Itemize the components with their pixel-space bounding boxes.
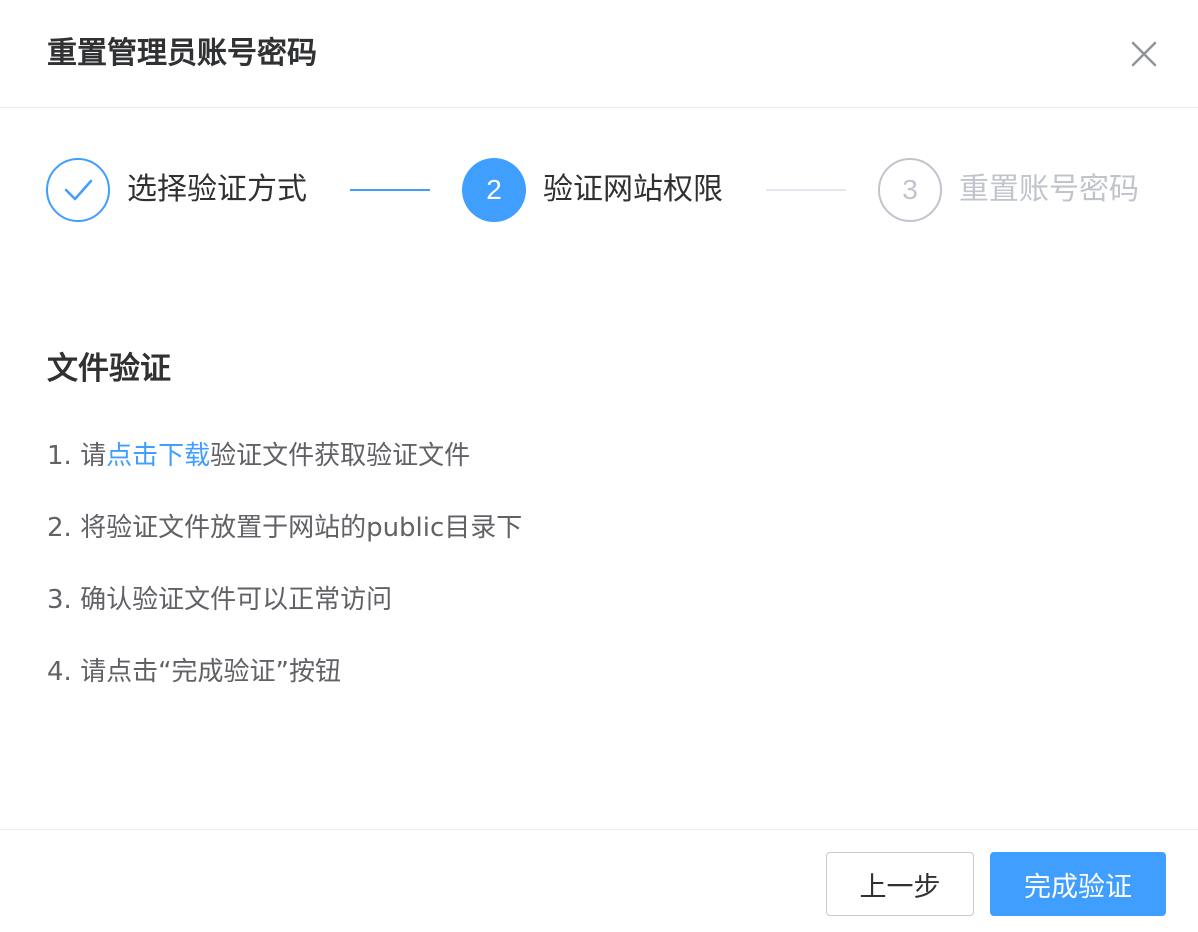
step-3-label: 重置账号密码 [959,172,1139,207]
step-2-number: 2 [486,174,502,205]
step-verify-permission: 2 验证网站权限 [462,158,723,222]
instruction-item: 3. 确认验证文件可以正常访问 [47,585,393,615]
step-3-number: 3 [902,174,918,205]
step-1-label: 选择验证方式 [127,172,307,207]
step-2-circle: 2 [462,158,526,222]
dialog-title: 重置管理员账号密码 [47,36,317,71]
check-icon [64,179,93,201]
dialog-header: 重置管理员账号密码 [0,0,1198,108]
reset-password-dialog: 重置管理员账号密码 选择验证方式 2 验证网站权限 3 重置账号密码 文件验证 … [0,0,1198,932]
download-link[interactable]: 点击下载 [106,441,210,471]
step-2-label: 验证网站权限 [543,172,723,207]
finish-verification-button[interactable]: 完成验证 [990,852,1166,916]
instruction-item: 4. 请点击“完成验证”按钮 [47,657,342,687]
dialog-footer: 上一步 完成验证 [0,829,1198,932]
step-1-circle [46,158,110,222]
instruction-item: 2. 将验证文件放置于网站的public目录下 [47,513,523,543]
instruction-1-suffix: 验证文件获取验证文件 [210,441,471,471]
step-select-method: 选择验证方式 [46,158,307,222]
previous-step-button[interactable]: 上一步 [826,852,974,916]
close-icon [1131,41,1157,67]
instruction-item: 1. 请点击下载验证文件获取验证文件 [47,436,522,476]
steps-bar: 选择验证方式 2 验证网站权限 3 重置账号密码 [0,158,1198,224]
step-connector-1 [350,189,430,191]
close-button[interactable] [1122,32,1166,76]
step-reset-password: 3 重置账号密码 [878,158,1139,222]
step-3-circle: 3 [878,158,942,222]
section-title: 文件验证 [47,351,171,387]
instruction-list: 1. 请点击下载验证文件获取验证文件 2. 将验证文件放置于网站的public目… [47,436,522,724]
instruction-1-prefix: 1. 请 [47,441,107,471]
step-connector-2 [766,189,846,191]
